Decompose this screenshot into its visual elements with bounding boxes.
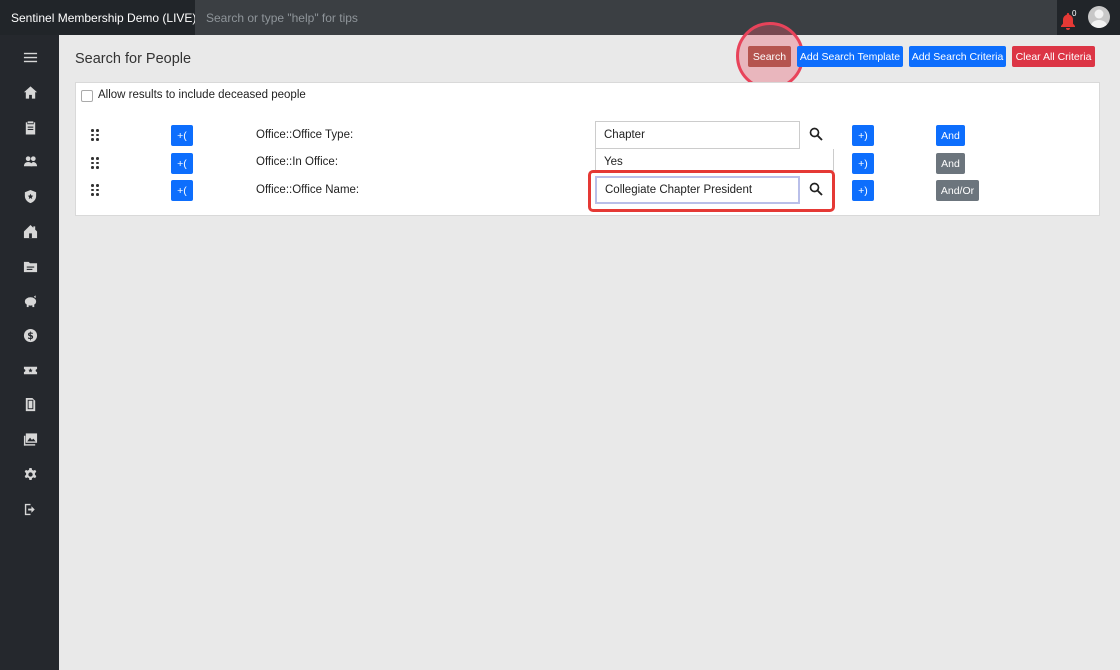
document-icon[interactable] [22, 396, 38, 412]
home-icon[interactable] [22, 84, 38, 100]
open-paren-button[interactable]: +( [171, 180, 193, 201]
gear-icon[interactable] [22, 466, 38, 482]
drag-handle-icon[interactable] [91, 129, 99, 141]
logic-operator-button[interactable]: And [936, 153, 965, 174]
clipboard-icon[interactable] [22, 119, 38, 135]
logic-operator-button[interactable]: And/Or [936, 180, 979, 201]
menu-icon[interactable] [22, 49, 38, 65]
folder-icon[interactable] [22, 258, 38, 274]
ticket-icon[interactable] [22, 362, 38, 378]
dollar-icon[interactable]: $ [22, 327, 38, 343]
drag-handle-icon[interactable] [91, 157, 99, 169]
close-paren-button[interactable]: +) [852, 125, 874, 146]
house-icon[interactable] [22, 223, 38, 239]
dropdown-option[interactable]: Yes [604, 156, 623, 168]
open-paren-button[interactable]: +( [171, 153, 193, 174]
criteria-label: Office::Office Name: [256, 184, 360, 196]
logic-operator-button[interactable]: And [936, 125, 965, 146]
deceased-checkbox[interactable] [81, 90, 93, 102]
notification-count: 0 [1072, 9, 1077, 18]
app-brand[interactable]: Sentinel Membership Demo (LIVE) [0, 11, 196, 25]
shield-icon[interactable] [22, 188, 38, 204]
images-icon[interactable] [22, 431, 38, 447]
criteria-label: Office::Office Type: [256, 129, 354, 141]
search-icon[interactable] [809, 182, 823, 196]
drag-handle-icon[interactable] [91, 184, 99, 196]
page-title: Search for People [75, 51, 192, 67]
dropdown-list [595, 149, 834, 171]
close-paren-button[interactable]: +) [852, 180, 874, 201]
logout-icon[interactable] [22, 501, 38, 517]
open-paren-button[interactable]: +( [171, 125, 193, 146]
criteria-label: Office::In Office: [256, 156, 339, 168]
criteria-value-input[interactable]: Chapter [595, 121, 800, 149]
search-icon[interactable] [809, 127, 823, 141]
add-search-template-button[interactable]: Add Search Template [797, 46, 903, 67]
close-paren-button[interactable]: +) [852, 153, 874, 174]
people-icon[interactable] [22, 153, 38, 169]
global-search-input[interactable] [195, 0, 1057, 35]
deceased-checkbox-label: Allow results to include deceased people [98, 89, 306, 101]
search-button[interactable]: Search [748, 46, 791, 67]
office-name-input[interactable]: Collegiate Chapter President [595, 176, 800, 204]
svg-text:$: $ [27, 331, 34, 342]
piggy-bank-icon[interactable] [22, 292, 38, 308]
sidebar: $ [0, 35, 59, 670]
user-avatar[interactable] [1088, 6, 1110, 28]
clear-all-criteria-button[interactable]: Clear All Criteria [1012, 46, 1095, 67]
add-search-criteria-button[interactable]: Add Search Criteria [909, 46, 1006, 67]
